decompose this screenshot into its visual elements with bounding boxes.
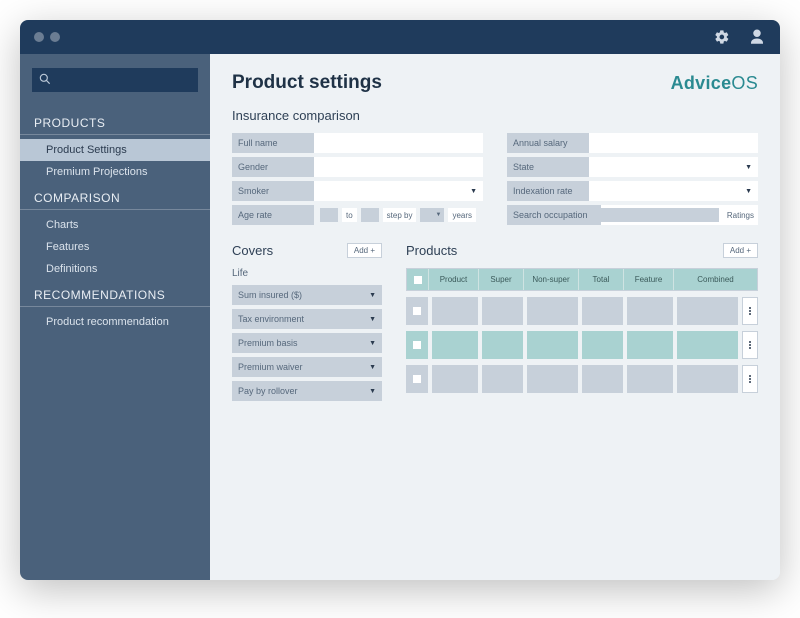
- row-cell: [582, 297, 623, 325]
- header-checkbox[interactable]: [407, 269, 429, 290]
- row-cell: [627, 297, 673, 325]
- row-cell: [582, 365, 623, 393]
- page-title: Product settings: [232, 72, 382, 94]
- select-premium-basis[interactable]: Premium basis: [232, 333, 382, 353]
- row-cell: [482, 297, 523, 325]
- section-insurance-comparison: Insurance comparison: [232, 108, 758, 123]
- row-cell: [482, 365, 523, 393]
- select-premium-waiver[interactable]: Premium waiver: [232, 357, 382, 377]
- age-from-input[interactable]: [320, 208, 338, 222]
- label-full-name: Full name: [232, 133, 314, 153]
- row-cell: [627, 365, 673, 393]
- step-by-label: step by: [383, 208, 417, 222]
- label-annual-salary: Annual salary: [507, 133, 589, 153]
- add-product-button[interactable]: Add +: [723, 243, 758, 258]
- nav-section-recommendations: RECOMMENDATIONS: [20, 280, 210, 307]
- header-super: Super: [479, 269, 524, 290]
- row-cell: [527, 297, 578, 325]
- row-cell: [582, 331, 623, 359]
- label-gender: Gender: [232, 157, 314, 177]
- nav-charts[interactable]: Charts: [20, 214, 210, 236]
- products-table: Product Super Non-super Total Feature Co…: [406, 268, 758, 393]
- nav-product-recommendation[interactable]: Product recommendation: [20, 311, 210, 333]
- select-indexation-rate[interactable]: [589, 181, 758, 201]
- app-window: PRODUCTS Product Settings Premium Projec…: [20, 20, 780, 580]
- nav-section-comparison: COMPARISON: [20, 183, 210, 210]
- row-cell: [677, 297, 738, 325]
- select-smoker[interactable]: [314, 181, 483, 201]
- row-cell: [677, 365, 738, 393]
- row-cell: [527, 365, 578, 393]
- years-label: years: [448, 208, 476, 222]
- row-more-icon[interactable]: [742, 331, 758, 359]
- label-smoker: Smoker: [232, 181, 314, 201]
- search-input[interactable]: [32, 68, 198, 92]
- select-pay-by-rollover[interactable]: Pay by rollover: [232, 381, 382, 401]
- search-icon: [38, 72, 52, 89]
- select-sum-insured[interactable]: Sum insured ($): [232, 285, 382, 305]
- header-product: Product: [429, 269, 479, 290]
- select-state[interactable]: [589, 157, 758, 177]
- age-to-label: to: [342, 208, 357, 222]
- products-table-header: Product Super Non-super Total Feature Co…: [406, 268, 758, 291]
- user-icon[interactable]: [748, 28, 766, 46]
- row-cell: [432, 297, 478, 325]
- row-more-icon[interactable]: [742, 365, 758, 393]
- row-checkbox[interactable]: [406, 365, 428, 393]
- step-by-select[interactable]: [420, 208, 444, 222]
- label-age-rate: Age rate: [232, 205, 314, 225]
- add-cover-button[interactable]: Add +: [347, 243, 382, 258]
- nav-definitions[interactable]: Definitions: [20, 258, 210, 280]
- sidebar: PRODUCTS Product Settings Premium Projec…: [20, 54, 210, 580]
- row-cell: [677, 331, 738, 359]
- window-dot: [34, 32, 44, 42]
- header-feature: Feature: [624, 269, 674, 290]
- label-state: State: [507, 157, 589, 177]
- ratings-label[interactable]: Ratings: [723, 211, 758, 220]
- nav-features[interactable]: Features: [20, 236, 210, 258]
- input-full-name[interactable]: [314, 133, 483, 153]
- window-dot: [50, 32, 60, 42]
- header-non-super: Non-super: [524, 269, 579, 290]
- table-row: [406, 365, 758, 393]
- row-cell: [432, 331, 478, 359]
- table-row: [406, 331, 758, 359]
- main-content: Product settings AdviceOS Insurance comp…: [210, 54, 780, 580]
- titlebar: [20, 20, 780, 54]
- label-indexation-rate: Indexation rate: [507, 181, 589, 201]
- age-to-input[interactable]: [361, 208, 379, 222]
- gear-icon[interactable]: [714, 29, 730, 45]
- row-cell: [432, 365, 478, 393]
- row-checkbox[interactable]: [406, 297, 428, 325]
- header-combined: Combined: [674, 269, 757, 290]
- covers-title: Covers: [232, 243, 273, 258]
- nav-section-products: PRODUCTS: [20, 108, 210, 135]
- input-gender[interactable]: [314, 157, 483, 177]
- table-row: [406, 297, 758, 325]
- label-search-occupation: Search occupation: [507, 205, 601, 225]
- input-search-occupation[interactable]: [601, 208, 719, 222]
- brand-logo: AdviceOS: [671, 73, 758, 94]
- nav-product-settings[interactable]: Product Settings: [20, 139, 210, 161]
- row-checkbox[interactable]: [406, 331, 428, 359]
- select-tax-environment[interactable]: Tax environment: [232, 309, 382, 329]
- row-cell: [627, 331, 673, 359]
- nav-premium-projections[interactable]: Premium Projections: [20, 161, 210, 183]
- life-label: Life: [232, 268, 382, 279]
- products-title: Products: [406, 243, 457, 258]
- header-total: Total: [579, 269, 624, 290]
- input-annual-salary[interactable]: [589, 133, 758, 153]
- row-cell: [527, 331, 578, 359]
- row-cell: [482, 331, 523, 359]
- row-more-icon[interactable]: [742, 297, 758, 325]
